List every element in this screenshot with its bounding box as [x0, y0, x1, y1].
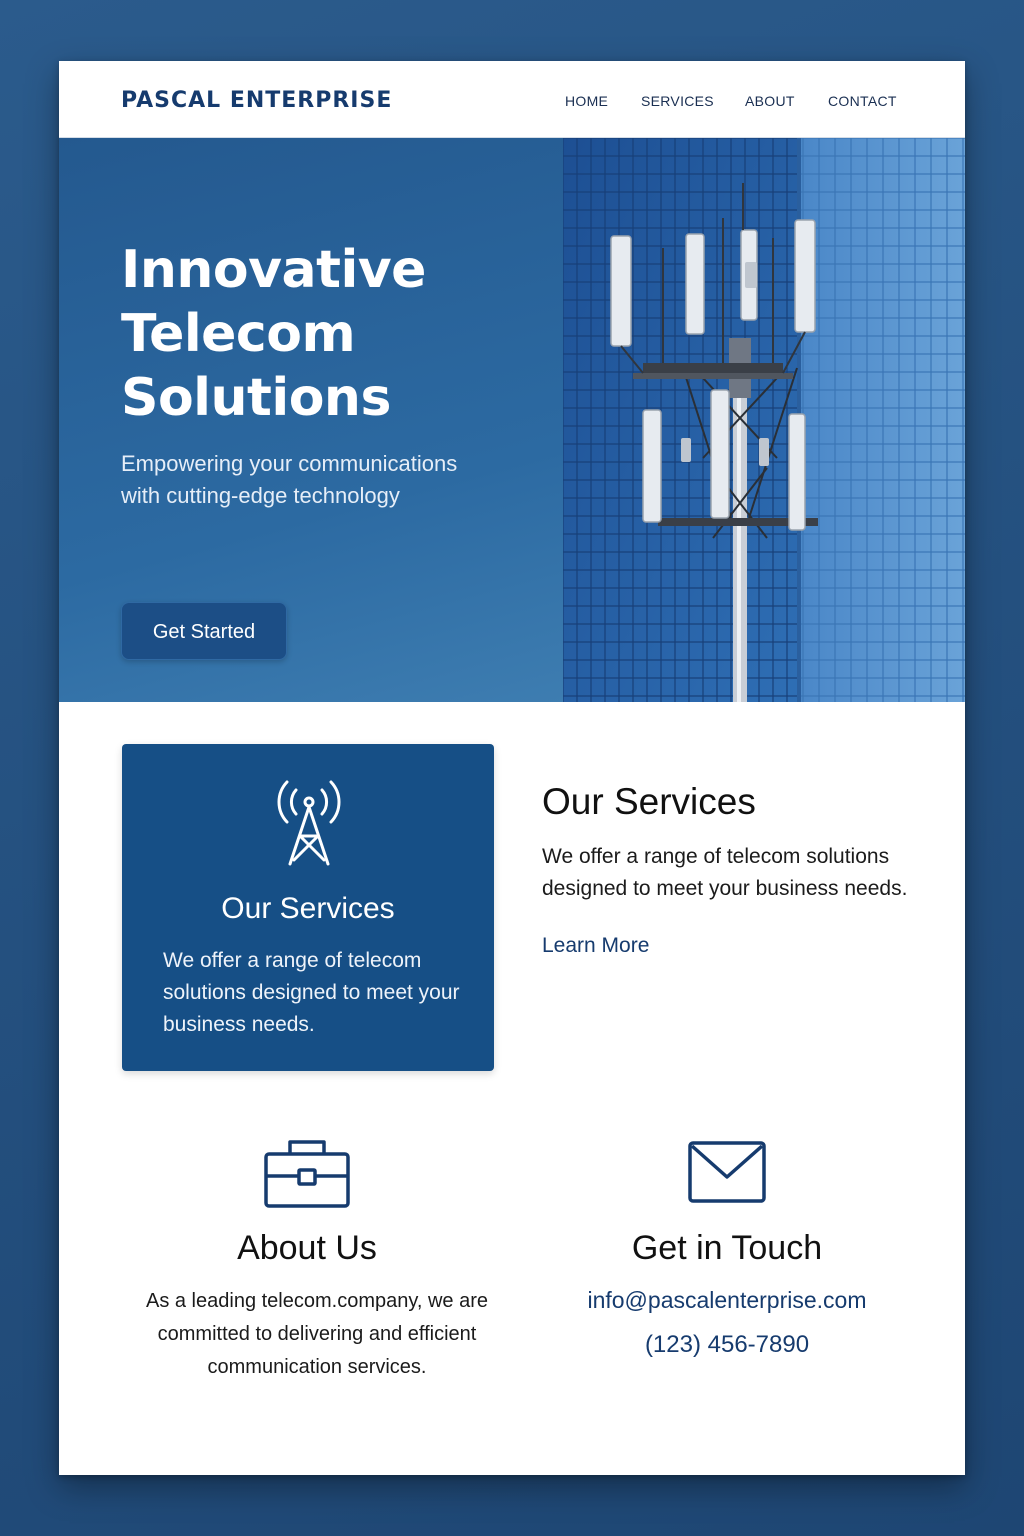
header-bar: PASCAL ENTERPRISE HOME SERVICES ABOUT CO…: [59, 61, 965, 138]
about-text: As a leading telecom.company, we are com…: [145, 1290, 489, 1378]
services-card-text: We offer a range of telecom solutions de…: [163, 949, 460, 1036]
contact-email-link[interactable]: info@pascalenterprise.com: [527, 1287, 927, 1314]
contact-phone[interactable]: (123) 456-7890: [527, 1331, 927, 1359]
envelope-icon: [688, 1141, 766, 1203]
services-card-title: Our Services: [221, 892, 395, 925]
page: PASCAL ENTERPRISE HOME SERVICES ABOUT CO…: [59, 61, 965, 1475]
main-nav: HOME SERVICES ABOUT CONTACT: [59, 93, 965, 113]
hero-section: Innovative Telecom Solutions Empowering …: [59, 138, 965, 702]
about-title: About Us: [237, 1229, 377, 1267]
learn-more-link[interactable]: Learn More: [542, 934, 649, 958]
get-started-button[interactable]: Get Started: [121, 602, 287, 660]
briefcase-icon: [264, 1140, 350, 1208]
services-title: Our Services: [542, 781, 756, 822]
nav-about[interactable]: ABOUT: [745, 93, 795, 109]
nav-services[interactable]: SERVICES: [641, 93, 714, 109]
services-card: Our Services We offer a range of telecom…: [122, 744, 494, 1071]
contact-title: Get in Touch: [631, 1229, 823, 1267]
hero-subtitle: Empowering your communications with cutt…: [121, 451, 458, 508]
cell-tower-photo: [563, 138, 965, 702]
antenna-tower-icon: [277, 780, 341, 866]
nav-contact[interactable]: CONTACT: [828, 93, 897, 109]
services-text: We offer a range of telecom solutions de…: [542, 845, 908, 900]
nav-home[interactable]: HOME: [565, 93, 608, 109]
hero-title: Innovative Telecom Solutions: [121, 240, 426, 428]
